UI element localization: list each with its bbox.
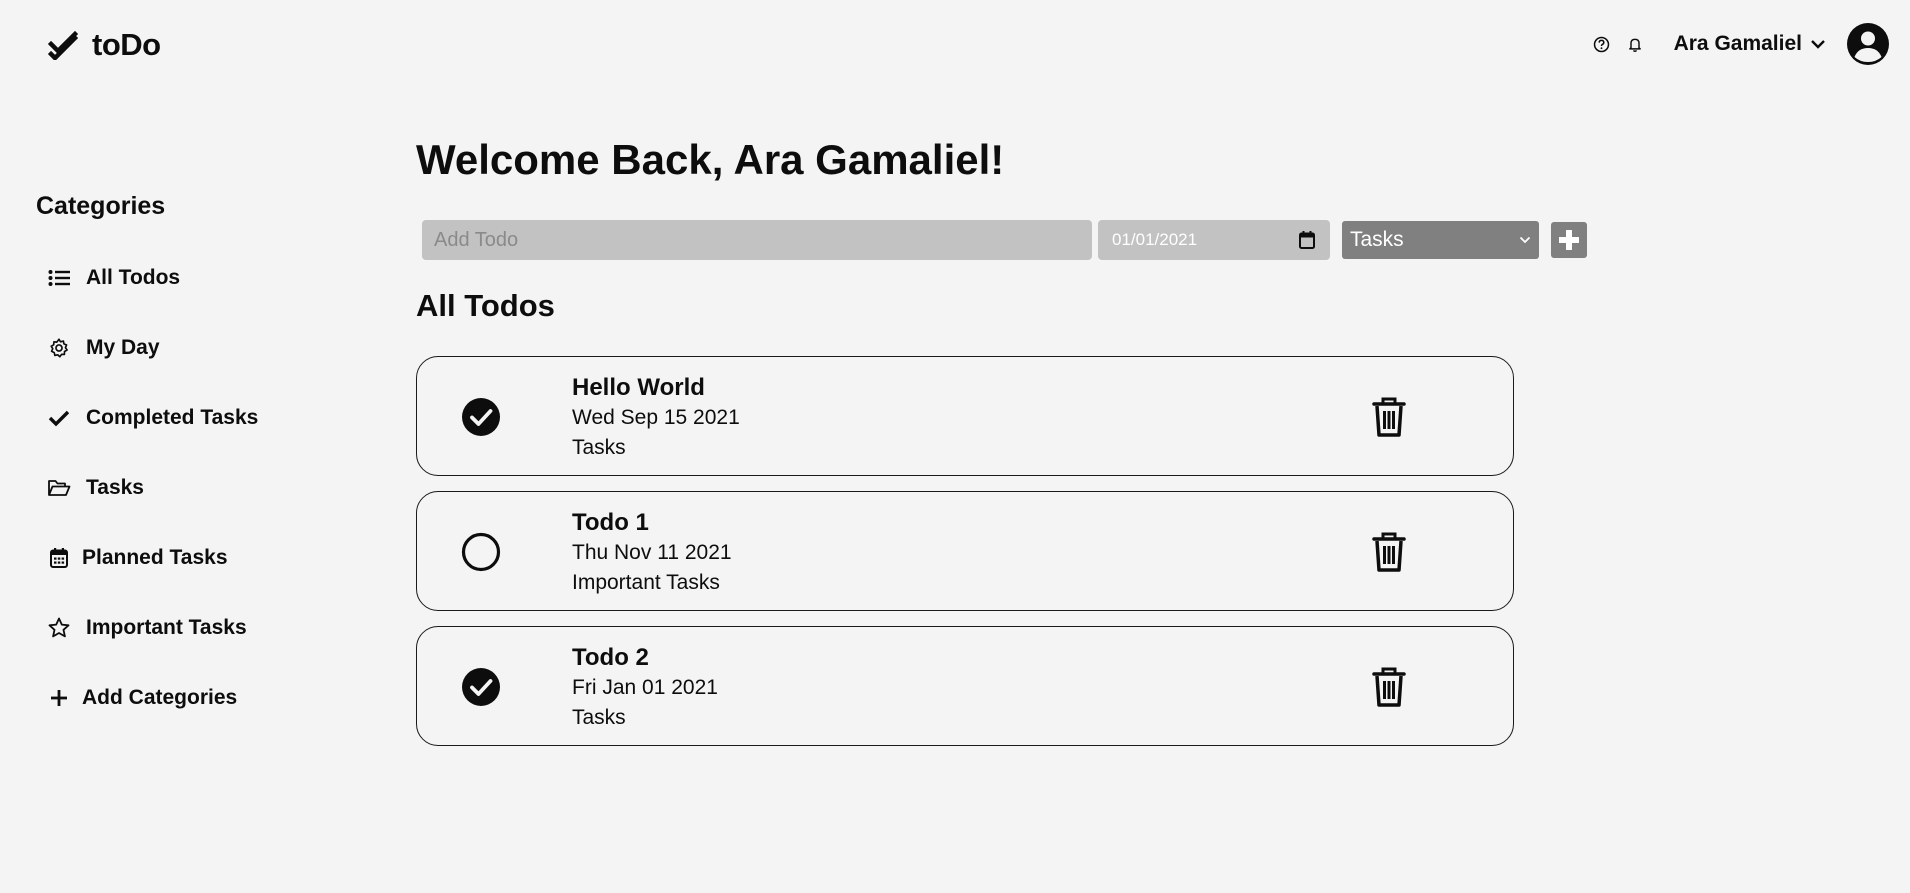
header-actions: Ara Gamaliel [1592,22,1890,66]
sidebar-item-important-tasks[interactable]: Important Tasks [36,593,336,663]
check-icon [46,405,72,431]
empty-circle-icon[interactable] [461,532,501,572]
sidebar-item-planned-tasks[interactable]: Planned Tasks [36,523,336,593]
checked-circle-icon[interactable] [461,667,501,707]
plus-icon [1559,230,1579,250]
todo-card: Todo 1 Thu Nov 11 2021 Important Tasks [416,491,1514,611]
section-title: All Todos [416,288,555,323]
sidebar-item-all-todos[interactable]: All Todos [36,243,336,313]
todo-date: Thu Nov 11 2021 [572,541,732,564]
todo-text: Hello World Wed Sep 15 2021 Tasks [572,373,740,463]
user-menu-button[interactable]: Ara Gamaliel [1674,32,1826,56]
app-logo[interactable]: toDo [48,27,161,63]
sidebar-item-add-categories[interactable]: Add Categories [36,663,336,733]
chevron-down-icon [1811,40,1825,49]
sidebar-item-label: My Day [86,336,160,359]
folder-open-icon [46,475,72,501]
todo-date: Wed Sep 15 2021 [572,406,740,429]
todo-date: Fri Jan 01 2021 [572,676,718,699]
welcome-heading: Welcome Back, Ara Gamaliel! [416,136,1005,183]
sidebar-item-label: All Todos [86,266,181,289]
calendar-icon[interactable] [1298,230,1316,250]
todo-text: Todo 1 Thu Nov 11 2021 Important Tasks [572,508,732,598]
sidebar-item-completed-tasks[interactable]: Completed Tasks [36,383,336,453]
help-icon[interactable] [1592,34,1612,54]
checked-circle-icon[interactable] [461,397,501,437]
chevron-down-icon [1519,236,1531,244]
category-select[interactable]: Tasks [1342,221,1539,259]
todo-title: Todo 2 [572,644,649,671]
todo-card: Hello World Wed Sep 15 2021 Tasks [416,356,1514,476]
gear-icon [46,335,72,361]
plus-icon [46,685,72,711]
sidebar: Categories All Todos My Day Completed Ta… [36,192,336,733]
user-name: Ara Gamaliel [1673,32,1802,55]
star-icon [46,615,72,641]
avatar-icon[interactable] [1846,22,1890,66]
todo-category: Important Tasks [572,571,720,594]
sidebar-item-label: Planned Tasks [82,546,228,569]
double-check-icon [48,30,78,60]
due-date-value: 01/01/2021 [1112,230,1198,249]
calendar-icon [46,545,72,571]
todo-card: Todo 2 Fri Jan 01 2021 Tasks [416,626,1514,746]
add-todo-form: 01/01/2021 Tasks [422,220,1587,260]
brand-name: toDo [92,27,161,62]
sidebar-item-label: Important Tasks [86,616,247,639]
todo-list: Hello World Wed Sep 15 2021 Tasks Todo 1… [416,356,1514,761]
todo-category: Tasks [572,706,626,729]
trash-icon[interactable] [1371,396,1407,438]
category-select-value: Tasks [1350,228,1404,251]
sidebar-item-my-day[interactable]: My Day [36,313,336,383]
sidebar-item-label: Completed Tasks [86,406,259,429]
add-todo-button[interactable] [1551,222,1587,258]
add-todo-input[interactable] [422,220,1092,260]
trash-icon[interactable] [1371,531,1407,573]
todo-title: Todo 1 [572,509,649,536]
list-icon [46,265,72,291]
sidebar-item-tasks[interactable]: Tasks [36,453,336,523]
categories-title: Categories [36,192,166,220]
todo-text: Todo 2 Fri Jan 01 2021 Tasks [572,643,718,733]
bell-icon[interactable] [1625,34,1645,54]
sidebar-item-label: Tasks [86,476,144,499]
todo-title: Hello World [572,374,705,401]
trash-icon[interactable] [1371,666,1407,708]
due-date-input[interactable]: 01/01/2021 [1098,220,1330,260]
todo-category: Tasks [572,436,626,459]
sidebar-item-label: Add Categories [82,686,238,709]
